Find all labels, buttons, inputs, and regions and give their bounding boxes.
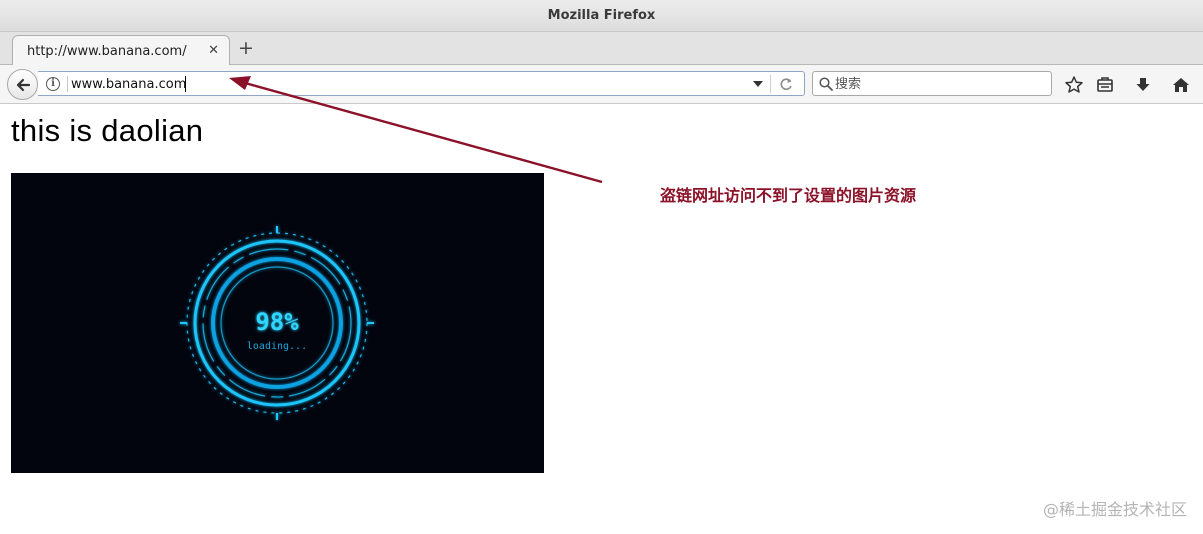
search-bar[interactable] [812,71,1052,96]
hud-progress-text: 98% [255,308,299,336]
download-icon[interactable] [1133,75,1153,95]
text-caret [185,76,186,92]
close-icon[interactable]: ✕ [208,43,219,58]
window-titlebar: Mozilla Firefox [0,0,1203,32]
search-input[interactable] [835,74,1045,94]
window-title: Mozilla Firefox [547,8,656,23]
hud-status-text: loading... [247,341,307,352]
url-bar[interactable]: i [38,71,805,96]
url-separator-2 [770,75,771,93]
url-separator [67,76,68,92]
reload-icon[interactable] [778,76,794,92]
search-icon [819,77,833,91]
back-button[interactable] [7,69,38,100]
watermark: @稀土掘金技术社区 [1042,500,1187,519]
back-arrow-icon [16,78,30,91]
info-icon[interactable]: i [46,77,60,91]
tab-banana[interactable]: http://www.banana.com/ ✕ [12,35,230,66]
page-heading: this is daolian [11,113,204,148]
bookmark-star-icon[interactable] [1064,75,1084,95]
home-icon[interactable] [1171,75,1191,95]
dropdown-icon[interactable] [753,81,763,87]
reading-list-icon[interactable] [1095,75,1115,95]
hud-graphic: 98% loading... [180,226,374,420]
tab-strip: http://www.banana.com/ ✕ [0,32,1203,66]
tab-label: http://www.banana.com/ [27,43,187,59]
url-input[interactable] [71,74,741,94]
loading-hud-image: 98% loading... [11,173,544,473]
plus-icon[interactable]: + [237,38,255,58]
navigation-toolbar: i [0,65,1203,104]
annotation-text: 盗链网址访问不到了设置的图片资源 [660,186,917,205]
